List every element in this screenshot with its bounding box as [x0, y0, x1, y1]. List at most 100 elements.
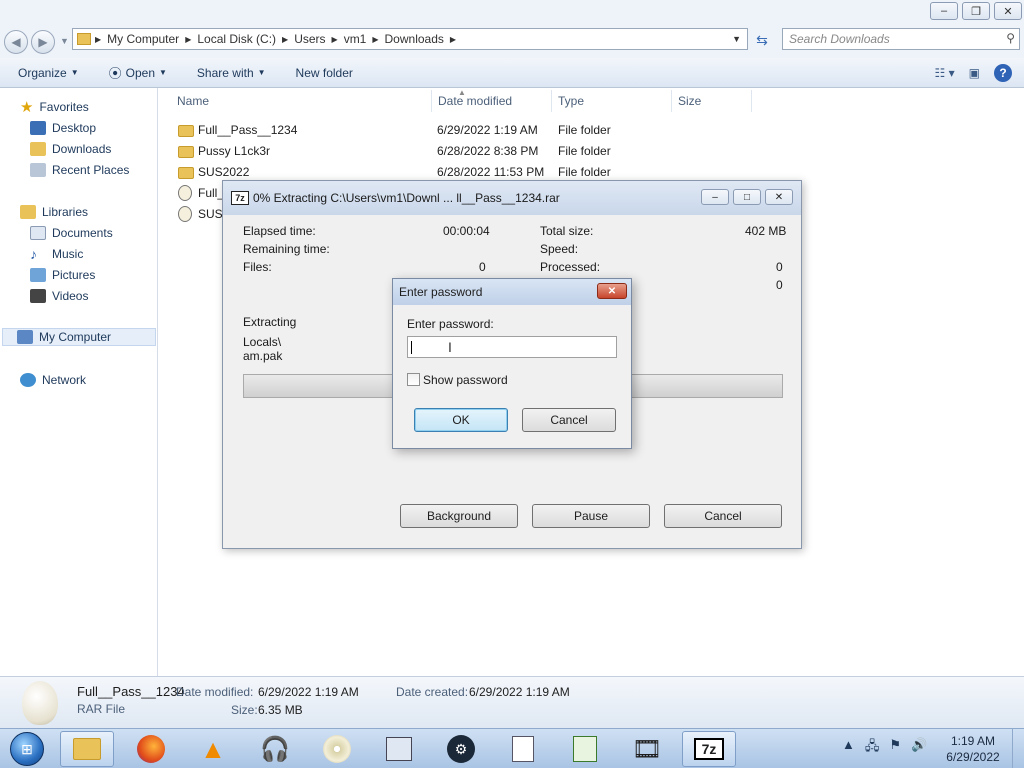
taskbar-spreadsheet[interactable] [558, 731, 612, 767]
breadcrumb-downloads[interactable]: Downloads [385, 32, 444, 46]
show-password-label[interactable]: Show password [423, 373, 508, 387]
star-icon: ★ [20, 99, 34, 116]
cancel-button[interactable]: Cancel [522, 408, 616, 432]
file-row[interactable]: SUS2022 6/28/2022 11:53 PM File folder [176, 162, 776, 182]
processed-label: Processed: [540, 260, 601, 274]
taskbar-firefox[interactable] [124, 731, 178, 767]
pause-button[interactable]: Pause [532, 504, 650, 528]
recent-pages-dropdown-icon[interactable]: ▼ [60, 36, 69, 46]
close-button[interactable]: ✕ [994, 2, 1022, 20]
computer-icon [17, 330, 33, 344]
show-hidden-icons-icon[interactable]: ▲ [842, 737, 855, 759]
password-titlebar: Enter password [393, 279, 631, 305]
nav-downloads[interactable]: Downloads [30, 140, 111, 158]
system-tray: ▲ 🖧 ⚑ 🔊 [842, 737, 927, 759]
nav-music[interactable]: ♪ Music [30, 245, 83, 263]
column-divider[interactable] [551, 90, 552, 112]
taskbar-disc[interactable] [310, 731, 364, 767]
breadcrumb-my-computer[interactable]: My Computer [107, 32, 179, 46]
music-icon: ♪ [30, 246, 37, 262]
close-button[interactable]: ✕ [765, 189, 793, 205]
action-center-icon[interactable]: ⚑ [889, 737, 901, 759]
nav-videos[interactable]: Videos [30, 287, 88, 305]
background-button[interactable]: Background [400, 504, 518, 528]
address-bar[interactable]: ▶ My Computer ▶ Local Disk (C:) ▶ Users … [72, 28, 748, 50]
nav-libraries-label: Libraries [42, 205, 89, 219]
column-date-modified[interactable]: Date modified [438, 94, 512, 108]
back-button[interactable]: ◀ [4, 30, 28, 54]
taskbar-audacity[interactable]: 🎧 [248, 731, 302, 767]
password-input[interactable]: I [407, 336, 617, 358]
taskbar-7zip[interactable]: 7z [682, 731, 736, 767]
clock[interactable]: 1:19 AM 6/29/2022 [940, 733, 1006, 765]
share-with-label: Share with [196, 65, 254, 80]
chevron-down-icon: ▼ [257, 68, 266, 77]
search-icon[interactable]: ⚲ [1006, 31, 1015, 45]
taskbar-explorer[interactable] [60, 731, 114, 767]
nav-desktop-label: Desktop [52, 121, 97, 135]
file-row[interactable]: SUS2 [176, 204, 229, 224]
file-name: Pussy L1ck3r [198, 144, 271, 158]
help-icon[interactable]: ? [994, 64, 1012, 82]
breadcrumb-local-disk[interactable]: Local Disk (C:) [197, 32, 276, 46]
nav-network[interactable]: Network [20, 371, 86, 389]
column-divider[interactable] [431, 90, 432, 112]
taskbar-document[interactable] [496, 731, 550, 767]
nav-recent-places[interactable]: Recent Places [30, 161, 129, 179]
breadcrumb-users[interactable]: Users [294, 32, 325, 46]
column-divider[interactable] [671, 90, 672, 112]
nav-pictures[interactable]: Pictures [30, 266, 95, 284]
organize-button[interactable]: Organize ▼ [18, 66, 79, 80]
column-type[interactable]: Type [558, 94, 584, 108]
file-row[interactable]: Pussy L1ck3r 6/28/2022 8:38 PM File fold… [176, 141, 776, 161]
search-input[interactable]: Search Downloads ⚲ [782, 28, 1020, 50]
volume-icon[interactable]: 🔊 [911, 737, 927, 759]
file-row[interactable]: Full__Pass__1234 6/29/2022 1:19 AM File … [176, 120, 776, 140]
speed-label: Speed: [540, 242, 579, 256]
desktop-icon [30, 121, 46, 135]
address-dropdown-icon[interactable]: ▼ [732, 34, 741, 44]
minimize-button[interactable]: – [701, 189, 729, 205]
taskbar-vlc[interactable]: ▲ [186, 731, 240, 767]
nav-favorites[interactable]: ★ Favorites [20, 98, 89, 116]
new-folder-button[interactable]: New folder [296, 66, 353, 80]
breadcrumb-separator-icon: ▶ [282, 34, 289, 44]
column-size[interactable]: Size [678, 94, 701, 108]
cancel-extract-button[interactable]: Cancel [664, 504, 782, 528]
forward-button[interactable]: ▶ [31, 30, 55, 54]
steam-icon: ⚙ [447, 735, 475, 763]
nav-my-computer[interactable]: My Computer [2, 328, 156, 346]
share-with-button[interactable]: Share with ▼ [197, 66, 266, 80]
view-options-icon[interactable]: ☷ ▾ [935, 66, 955, 80]
taskbar-app[interactable] [372, 731, 426, 767]
close-button[interactable]: ✕ [597, 283, 627, 299]
file-row[interactable]: Full_ [176, 183, 224, 203]
file-list-header: ▲ Name Date modified Type Size [160, 88, 1024, 112]
taskbar-steam[interactable]: ⚙ [434, 731, 488, 767]
preview-pane-icon[interactable]: ▣ [969, 66, 980, 80]
current-path-line2: am.pak [243, 349, 283, 363]
column-divider[interactable] [751, 90, 752, 112]
file-type: File folder [558, 144, 611, 158]
breadcrumb-vm1[interactable]: vm1 [344, 32, 367, 46]
minimize-button[interactable]: – [930, 2, 958, 20]
column-name[interactable]: Name [177, 94, 209, 108]
open-button[interactable]: ⦿ Open ▼ [109, 63, 167, 82]
file-date: 6/28/2022 11:53 PM [437, 165, 545, 179]
network-tray-icon[interactable]: 🖧 [865, 737, 880, 759]
nav-libraries[interactable]: Libraries [20, 203, 88, 221]
nav-desktop[interactable]: Desktop [30, 119, 96, 137]
show-password-checkbox[interactable] [407, 373, 420, 386]
password-dialog-title: Enter password [399, 285, 483, 299]
ok-button[interactable]: OK [414, 408, 508, 432]
organize-label: Organize [18, 65, 67, 80]
maximize-button[interactable]: □ [733, 189, 761, 205]
extra-value: 0 [776, 278, 783, 292]
nav-documents[interactable]: Documents [30, 224, 113, 242]
restore-button[interactable]: ❐ [962, 2, 990, 20]
start-button[interactable]: ⊞ [2, 730, 52, 768]
taskbar-media[interactable]: 🎞 [620, 731, 674, 767]
show-desktop-button[interactable] [1012, 729, 1024, 768]
recent-places-icon [30, 163, 46, 177]
refresh-icon[interactable]: ⇆ [752, 30, 772, 50]
